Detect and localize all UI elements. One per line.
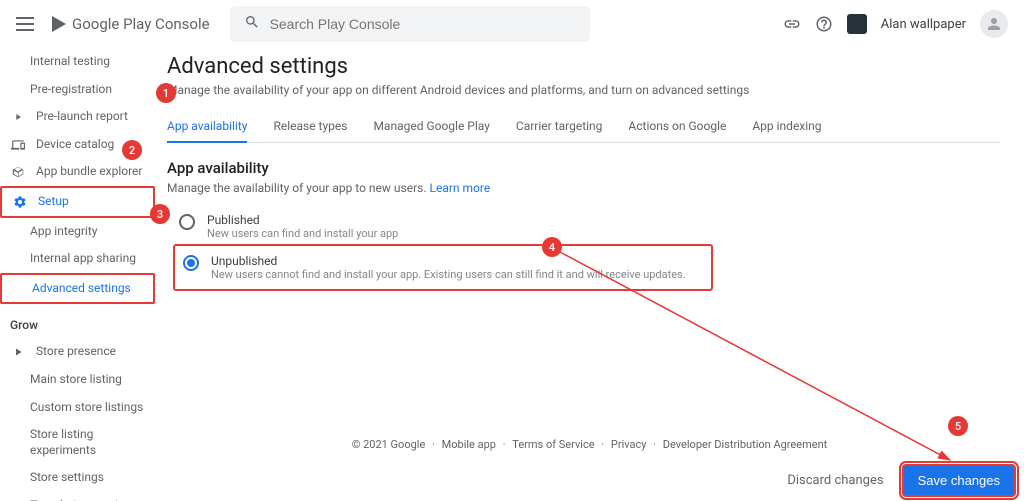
footer-link-privacy[interactable]: Privacy (611, 438, 647, 451)
logo-text: Google Play Console (72, 15, 210, 33)
hamburger-icon[interactable] (16, 12, 40, 36)
sidebar-item-app-bundle-explorer[interactable]: App bundle explorer (0, 158, 155, 186)
tab-actions-on-google[interactable]: Actions on Google (628, 111, 726, 142)
account-name: Alan wallpaper (881, 17, 966, 32)
sidebar-item-pre-registration[interactable]: Pre-registration (0, 76, 155, 104)
sidebar-item-translation-service[interactable]: Translation service (0, 492, 155, 501)
radio-unpublished[interactable]: Unpublished New users cannot find and in… (173, 244, 713, 291)
radio-icon (183, 255, 199, 271)
sidebar-item-custom-store-listings[interactable]: Custom store listings (0, 394, 155, 422)
bottom-action-bar: Discard changes Save changes (777, 464, 1016, 497)
tab-managed-google-play[interactable]: Managed Google Play (373, 111, 489, 142)
section-title: App availability (167, 159, 1000, 177)
footer: © 2021 Google · Mobile app · Terms of Se… (155, 438, 1024, 451)
sidebar-item-pre-launch-report[interactable]: Pre-launch report (0, 103, 155, 131)
sidebar-item-store-presence[interactable]: Store presence (0, 338, 155, 366)
radio-published[interactable]: Published New users can find and install… (173, 209, 1000, 244)
sidebar-item-internal-app-sharing[interactable]: Internal app sharing (0, 245, 155, 273)
section-description: Manage the availability of your app to n… (167, 181, 1000, 195)
annotation-badge-1: 1 (156, 83, 176, 103)
avatar[interactable] (980, 10, 1008, 38)
bundle-icon (10, 165, 26, 179)
devices-icon (10, 138, 26, 152)
main-content: Advanced settings Manage the availabilit… (155, 48, 1024, 501)
app-chip-icon[interactable] (847, 14, 867, 34)
tab-carrier-targeting[interactable]: Carrier targeting (516, 111, 603, 142)
footer-link-dda[interactable]: Developer Distribution Agreement (663, 438, 827, 451)
page-title: Advanced settings (167, 54, 1000, 79)
sidebar-item-setup[interactable]: Setup (0, 186, 155, 218)
radio-icon (179, 214, 195, 230)
sidebar-item-store-listing-experiments[interactable]: Store listing experiments (0, 421, 155, 464)
help-icon[interactable] (815, 15, 833, 33)
search-box[interactable] (230, 6, 590, 42)
sidebar-item-main-store-listing[interactable]: Main store listing (0, 366, 155, 394)
footer-copyright: © 2021 Google (352, 438, 426, 451)
link-icon[interactable] (783, 15, 801, 33)
save-button[interactable]: Save changes (902, 464, 1016, 497)
discard-button[interactable]: Discard changes (777, 467, 893, 494)
footer-link-tos[interactable]: Terms of Service (512, 438, 594, 451)
radio-label: Published (207, 213, 398, 227)
sidebar-item-store-settings[interactable]: Store settings (0, 464, 155, 492)
learn-more-link[interactable]: Learn more (430, 181, 491, 195)
tabs: App availability Release types Managed G… (167, 111, 1000, 143)
top-bar: Google Play Console Alan wallpaper (0, 0, 1024, 48)
annotation-badge-3: 3 (150, 204, 170, 224)
search-input[interactable] (270, 16, 576, 32)
annotation-badge-2: 2 (122, 140, 142, 160)
radio-sublabel: New users cannot find and install your a… (211, 268, 686, 281)
tab-app-availability[interactable]: App availability (167, 111, 247, 143)
caret-right-icon (10, 112, 26, 122)
tab-app-indexing[interactable]: App indexing (752, 111, 821, 142)
sidebar-item-internal-testing[interactable]: Internal testing (0, 48, 155, 76)
annotation-badge-5: 5 (948, 416, 968, 436)
sidebar-item-app-integrity[interactable]: App integrity (0, 218, 155, 246)
radio-group: Published New users can find and install… (173, 209, 1000, 291)
play-console-icon (52, 16, 66, 32)
gear-icon (12, 195, 28, 209)
top-right: Alan wallpaper (783, 10, 1008, 38)
radio-sublabel: New users can find and install your app (207, 227, 398, 240)
sidebar-item-advanced-settings[interactable]: Advanced settings (0, 273, 155, 305)
sidebar-heading-grow: Grow (0, 304, 155, 338)
logo[interactable]: Google Play Console (52, 15, 210, 33)
sidebar: Internal testing Pre-registration Pre-la… (0, 48, 155, 501)
play-icon (10, 346, 26, 358)
search-icon (244, 14, 260, 34)
footer-link-mobile[interactable]: Mobile app (442, 438, 496, 451)
page-subtitle: Manage the availability of your app on d… (167, 83, 1000, 97)
tab-release-types[interactable]: Release types (273, 111, 347, 142)
annotation-badge-4: 4 (542, 237, 562, 257)
radio-label: Unpublished (211, 254, 686, 268)
